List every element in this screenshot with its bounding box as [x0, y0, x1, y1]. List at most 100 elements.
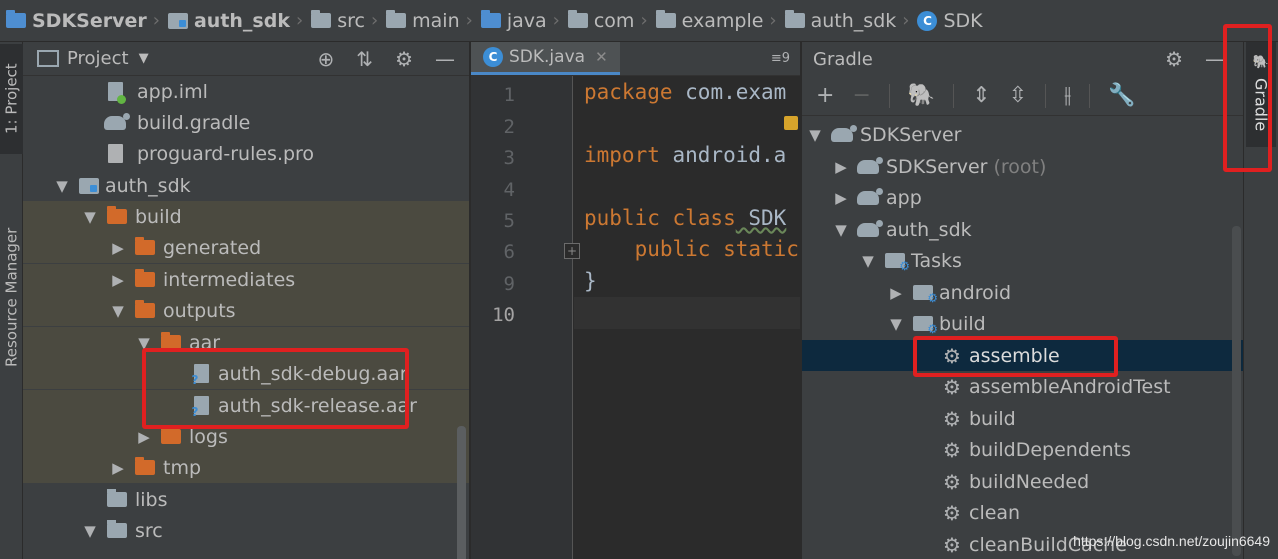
tab-list-menu[interactable]: ≡9 [761, 42, 800, 75]
line-number-gutter: 1 2 3 4 5 6 9 10 [471, 76, 573, 559]
code-area[interactable]: package com.exam import android.a public… [574, 76, 800, 559]
expanded-arrow-icon[interactable]: ▼ [77, 522, 103, 540]
line-number: 6 [503, 241, 515, 263]
gradle-item-android[interactable]: ▶android [802, 277, 1243, 308]
collapsed-arrow-icon[interactable]: ▶ [105, 459, 131, 477]
expanded-arrow-icon[interactable]: ▼ [131, 334, 157, 352]
gradle-tree: ▼ SDKServer ▶ SDKServer (root) ▶ app ▼ auth_s… [802, 116, 1243, 559]
gear-icon: ⚙ [943, 343, 961, 368]
code-line: } [584, 269, 597, 293]
project-view-selector[interactable]: Project [67, 48, 129, 69]
gradle-item-app[interactable]: ▶ app [802, 182, 1243, 213]
gradle-item-auth-sdk[interactable]: ▼ auth_sdk [802, 214, 1243, 245]
line-number: 10 [492, 304, 515, 326]
collapse-all-icon[interactable]: ⇅ [356, 47, 373, 71]
chevron-right-icon: › [769, 10, 777, 31]
tab-sdk-java[interactable]: C SDK.java ✕ [471, 42, 620, 75]
gradle-task-assemble-android-test[interactable]: ⚙ assembleAndroidTest [802, 371, 1243, 402]
tree-item-auth-sdk-debug-aar[interactable]: auth_sdk-debug.aar [23, 358, 469, 389]
gradle-item-build-group[interactable]: ▼build [802, 308, 1243, 339]
gradle-task-assemble[interactable]: ⚙ assemble [802, 340, 1243, 371]
tree-item-build-folder[interactable]: ▼ build [23, 201, 469, 232]
excluded-folder-icon [135, 457, 155, 475]
chevron-down-icon[interactable]: ▼ [139, 51, 149, 66]
gradle-project-icon [831, 124, 857, 142]
tree-item-proguard-rules[interactable]: proguard-rules.pro [23, 138, 469, 169]
breadcrumb-item-java[interactable]: java [480, 10, 547, 32]
tree-item-app-iml[interactable]: app.iml [23, 76, 469, 107]
gradle-scrollbar[interactable] [1232, 226, 1241, 556]
expanded-arrow-icon[interactable]: ▼ [883, 315, 909, 333]
minimize-icon[interactable]: — [1205, 47, 1225, 71]
expanded-arrow-icon[interactable]: ▼ [828, 221, 854, 239]
expanded-arrow-icon[interactable]: ▼ [802, 126, 828, 144]
tree-item-libs[interactable]: libs [23, 484, 469, 515]
tab-project[interactable]: 1: Project [0, 44, 23, 154]
gear-icon[interactable]: ⚙ [395, 47, 413, 71]
task-folder-icon [885, 253, 910, 273]
aar-file-icon [192, 364, 209, 387]
breadcrumb-item-auth-sdk-package[interactable]: auth_sdk [784, 10, 896, 32]
gradle-panel: Gradle ⚙ — + − 🐘 ⇕ ⇳ ⫲ 🔧 ▼ SDKServer ▶ SDK… [801, 42, 1243, 559]
expanded-arrow-icon[interactable]: ▼ [49, 177, 75, 195]
gradle-project-icon [857, 187, 883, 205]
tree-item-auth-sdk-release-aar[interactable]: auth_sdk-release.aar [23, 390, 469, 421]
project-scrollbar[interactable] [457, 426, 466, 559]
expanded-arrow-icon[interactable]: ▼ [855, 252, 881, 270]
gradle-task-clean[interactable]: ⚙ clean [802, 497, 1243, 528]
collapsed-arrow-icon[interactable]: ▶ [883, 284, 909, 302]
breadcrumb-item-main[interactable]: main [386, 10, 460, 32]
tree-item-auth-sdk[interactable]: ▼ auth_sdk [23, 170, 469, 201]
wrench-icon[interactable]: 🔧 [1108, 83, 1135, 108]
breadcrumb-item-src[interactable]: src [311, 10, 365, 32]
expanded-arrow-icon[interactable]: ▼ [105, 302, 131, 320]
collapsed-arrow-icon[interactable]: ▶ [828, 189, 854, 207]
collapsed-arrow-icon[interactable]: ▶ [105, 239, 131, 257]
minimize-icon[interactable]: — [435, 47, 455, 71]
gradle-item-sdkserver[interactable]: ▼ SDKServer [802, 119, 1243, 150]
collapsed-arrow-icon[interactable]: ▶ [105, 271, 131, 289]
chevron-right-icon: › [902, 10, 910, 31]
gradle-item-tasks[interactable]: ▼Tasks [802, 245, 1243, 276]
breadcrumb-item-example[interactable]: example [655, 10, 763, 32]
gradle-toolbar: + − 🐘 ⇕ ⇳ ⫲ 🔧 [802, 76, 1243, 116]
gradle-item-sdkserver-root[interactable]: ▶ SDKServer (root) [802, 151, 1243, 182]
gradle-task-build-needed[interactable]: ⚙ buildNeeded [802, 466, 1243, 497]
folder-icon [107, 520, 127, 538]
expand-all-icon[interactable]: ⇕ [972, 83, 990, 108]
breadcrumb-item-auth-sdk[interactable]: auth_sdk [167, 10, 290, 32]
tree-item-build-gradle[interactable]: build.gradle [23, 107, 469, 138]
toolbar-separator [1089, 83, 1091, 108]
gear-icon: ⚙ [943, 532, 961, 557]
tree-item-aar[interactable]: ▼ aar [23, 327, 469, 358]
locate-icon[interactable]: ⊕ [318, 47, 335, 71]
tree-item-src[interactable]: ▼ src [23, 515, 469, 546]
tab-gradle[interactable]: 🐘 Gradle [1246, 42, 1276, 147]
toggle-offline-icon[interactable]: ⫲ [1064, 83, 1071, 108]
gradle-task-build-dependents[interactable]: ⚙ buildDependents [802, 434, 1243, 465]
tab-resource-manager[interactable]: Resource Manager [0, 192, 23, 402]
warning-marker-icon[interactable] [784, 116, 798, 130]
chevron-right-icon: › [552, 10, 560, 31]
gradle-task-build[interactable]: ⚙ build [802, 403, 1243, 434]
gear-icon[interactable]: ⚙ [1165, 47, 1183, 71]
tree-item-outputs[interactable]: ▼ outputs [23, 295, 469, 326]
collapsed-arrow-icon[interactable]: ▶ [131, 428, 157, 446]
gradle-elephant-icon[interactable]: 🐘 [908, 83, 935, 108]
folder-icon [311, 10, 332, 28]
gear-icon: ⚙ [943, 469, 961, 494]
tree-item-generated[interactable]: ▶ generated [23, 232, 469, 263]
tree-item-intermediates[interactable]: ▶ intermediates [23, 264, 469, 295]
remove-icon[interactable]: − [852, 83, 870, 108]
tree-item-tmp[interactable]: ▶ tmp [23, 452, 469, 483]
close-icon[interactable]: ✕ [595, 48, 608, 66]
chevron-right-icon: › [295, 10, 304, 31]
breadcrumb-item-sdk[interactable]: C SDK [917, 10, 983, 32]
breadcrumb-item-com[interactable]: com [567, 10, 634, 32]
add-icon[interactable]: + [816, 83, 834, 108]
collapse-all-icon[interactable]: ⇳ [1009, 83, 1027, 108]
expanded-arrow-icon[interactable]: ▼ [77, 208, 103, 226]
collapsed-arrow-icon[interactable]: ▶ [828, 158, 854, 176]
tree-item-logs[interactable]: ▶ logs [23, 421, 469, 452]
breadcrumb-item-sdkserver[interactable]: SDKServer [6, 10, 147, 32]
